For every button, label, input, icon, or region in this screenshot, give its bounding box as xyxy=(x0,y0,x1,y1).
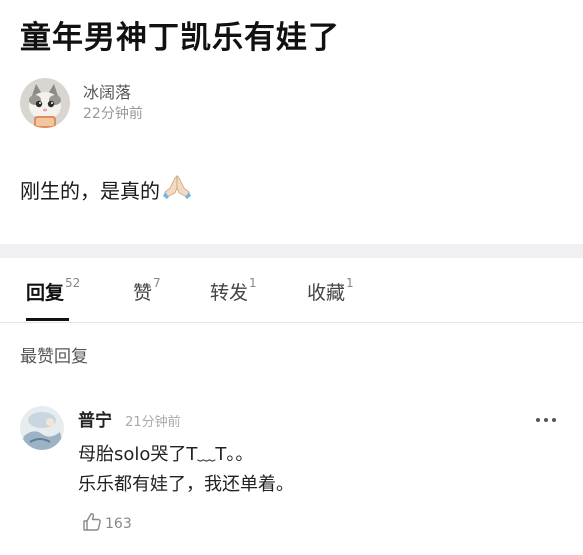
thumbs-up-icon xyxy=(82,512,102,536)
comment-like-button[interactable]: 163 xyxy=(82,512,132,536)
post-author[interactable]: 冰阔落 22分钟前 xyxy=(20,78,143,128)
post-body-text: 刚生的，是真的 xyxy=(20,179,160,203)
more-dots-icon[interactable] xyxy=(535,410,557,422)
tab-likes-count: 7 xyxy=(153,276,161,290)
tab-replies[interactable]: 回复52 xyxy=(26,276,81,305)
tab-bar: 回复52 赞7 转发1 收藏1 xyxy=(0,258,583,323)
author-avatar[interactable] xyxy=(20,78,70,128)
tab-reposts[interactable]: 转发1 xyxy=(210,276,257,305)
tab-replies-label: 回复 xyxy=(26,282,65,304)
cat-avatar-image xyxy=(20,78,70,128)
commenter-name[interactable]: 普宁 xyxy=(78,411,112,431)
tab-favorites-label: 收藏 xyxy=(307,282,346,304)
comment-text-line-1: 母胎solo哭了T﹏T。。 xyxy=(78,444,254,465)
tab-replies-count: 52 xyxy=(65,276,81,290)
post-time: 22分钟前 xyxy=(83,106,143,122)
section-heading: 最赞回复 xyxy=(20,347,88,367)
tab-likes-label: 赞 xyxy=(133,282,153,304)
post-body: 刚生的，是真的 xyxy=(20,174,192,205)
post-title: 童年男神丁凯乐有娃了 xyxy=(20,20,340,56)
tab-likes[interactable]: 赞7 xyxy=(133,276,161,305)
author-name[interactable]: 冰阔落 xyxy=(83,82,143,104)
section-divider xyxy=(0,244,583,258)
comment-item: 普宁 21分钟前 母胎solo哭了T﹏T。。 乐乐都有娃了，我还单着。 163 xyxy=(20,404,565,544)
comment-like-count: 163 xyxy=(105,516,132,532)
tab-favorites-count: 1 xyxy=(346,276,354,290)
folded-hands-icon xyxy=(162,174,192,205)
tab-favorites[interactable]: 收藏1 xyxy=(307,276,354,305)
tab-reposts-label: 转发 xyxy=(210,282,249,304)
tab-reposts-count: 1 xyxy=(249,276,257,290)
commenter-avatar-image xyxy=(20,406,64,450)
comment-time: 21分钟前 xyxy=(125,415,181,430)
comment-text-line-2: 乐乐都有娃了，我还单着。 xyxy=(78,474,294,495)
commenter-avatar[interactable] xyxy=(20,406,64,450)
active-tab-indicator xyxy=(26,318,69,321)
